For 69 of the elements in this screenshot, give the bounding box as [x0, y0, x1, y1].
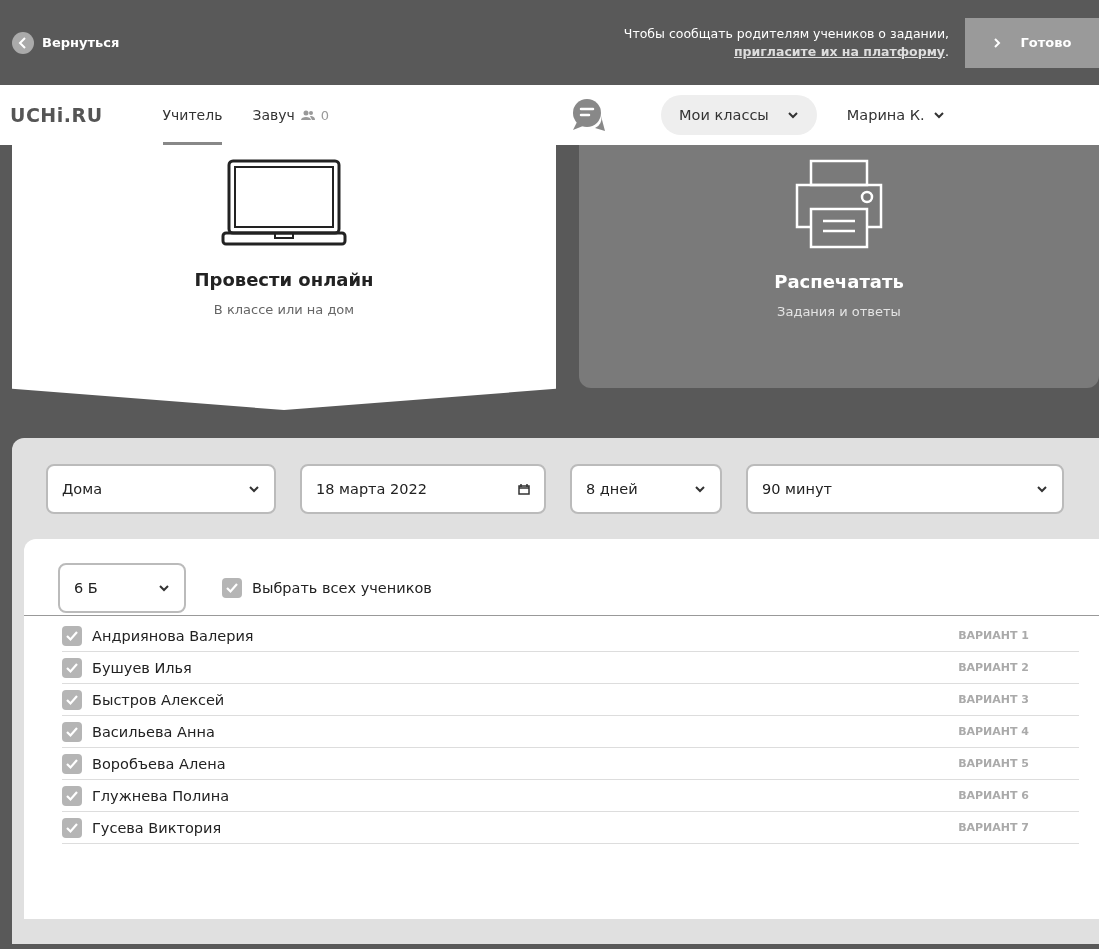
back-icon — [12, 31, 34, 54]
student-name: Васильева Анна — [92, 723, 215, 740]
chevron-down-icon — [786, 111, 799, 119]
student-name: Глужнева Полина — [92, 787, 230, 804]
checkmark-icon — [65, 821, 79, 834]
checkmark-icon — [65, 661, 79, 674]
student-name: Воробъева Алена — [92, 755, 226, 772]
checkbox[interactable] — [62, 689, 82, 710]
chevron-down-icon — [694, 485, 706, 493]
variant-label: ВАРИАНТ 1 — [958, 629, 1029, 642]
date-field[interactable]: 18 марта 2022 — [300, 464, 546, 514]
nav-tab[interactable]: Завуч 0 — [252, 85, 330, 145]
select-field[interactable]: 90 минут — [746, 464, 1064, 514]
mode-title: Распечатать — [774, 271, 904, 292]
checkbox[interactable] — [62, 657, 82, 678]
variant-label: ВАРИАНТ 4 — [958, 725, 1029, 738]
mode-subtitle: Задания и ответы — [777, 304, 901, 319]
laptop-icon — [221, 159, 347, 247]
select-field[interactable]: 8 дней — [570, 464, 722, 514]
back-link[interactable]: Вернуться — [12, 31, 120, 54]
checkmark-icon — [65, 693, 79, 706]
student-checkbox[interactable]: Воробъева Алена — [62, 753, 226, 774]
chevron-down-icon — [932, 111, 945, 119]
chevron-down-icon — [248, 485, 260, 493]
student-name: Бушуев Илья — [92, 659, 192, 676]
select-all-label: Выбрать всех учеников — [252, 580, 432, 596]
user-menu[interactable]: Марина К. — [846, 107, 945, 123]
student-checkbox[interactable]: Гусева Виктория — [62, 817, 222, 838]
classes-dropdown[interactable]: Мои классы — [661, 95, 817, 135]
variant-label: ВАРИАНТ 2 — [958, 661, 1029, 674]
select-all-checkbox[interactable]: Выбрать всех учеников — [222, 578, 432, 598]
chevron-down-icon — [1036, 485, 1048, 493]
student-checkbox[interactable]: Глужнева Полина — [62, 785, 230, 806]
mode-title: Провести онлайн — [194, 269, 374, 290]
checkbox[interactable] — [62, 817, 82, 838]
chevron-right-icon — [992, 36, 1001, 49]
student-name: Андриянова Валерия — [92, 627, 254, 644]
mode-subtitle: В классе или на дом — [213, 302, 355, 317]
student-checkbox[interactable]: Андриянова Валерия — [62, 625, 254, 646]
class-select[interactable]: 6 Б — [58, 563, 186, 613]
student-checkbox[interactable]: Бушуев Илья — [62, 657, 192, 678]
select-field[interactable]: Дома — [46, 464, 276, 514]
mode-card[interactable]: Провести онлайн В классе или на дом — [12, 145, 556, 410]
checkbox[interactable] — [62, 753, 82, 774]
people-icon — [300, 110, 315, 120]
logo[interactable]: UCHi.RU — [10, 104, 103, 126]
variant-label: ВАРИАНТ 3 — [958, 693, 1029, 706]
variant-label: ВАРИАНТ 7 — [958, 821, 1029, 834]
checkbox[interactable] — [222, 578, 242, 598]
checkbox[interactable] — [62, 625, 82, 646]
calendar-icon — [518, 483, 530, 495]
variant-label: ВАРИАНТ 5 — [958, 757, 1029, 770]
student-name: Быстров Алексей — [92, 691, 225, 708]
checkmark-icon — [65, 725, 79, 738]
student-name: Гусева Виктория — [92, 819, 222, 836]
staff-count: 0 — [320, 107, 330, 123]
checkmark-icon — [225, 582, 239, 594]
variant-label: ВАРИАНТ 6 — [958, 789, 1029, 802]
chevron-down-icon — [158, 584, 170, 592]
checkmark-icon — [65, 789, 79, 802]
mode-card[interactable]: Распечатать Задания и ответы — [579, 145, 1099, 388]
checkmark-icon — [65, 757, 79, 770]
checkmark-icon — [65, 629, 79, 642]
printer-icon — [795, 159, 883, 249]
checkbox[interactable] — [62, 785, 82, 806]
student-checkbox[interactable]: Быстров Алексей — [62, 689, 225, 710]
checkbox[interactable] — [62, 721, 82, 742]
invite-notice: Чтобы сообщать родителям учеников о задании, пригласите их на платформу. — [622, 24, 949, 61]
student-checkbox[interactable]: Васильева Анна — [62, 721, 215, 742]
